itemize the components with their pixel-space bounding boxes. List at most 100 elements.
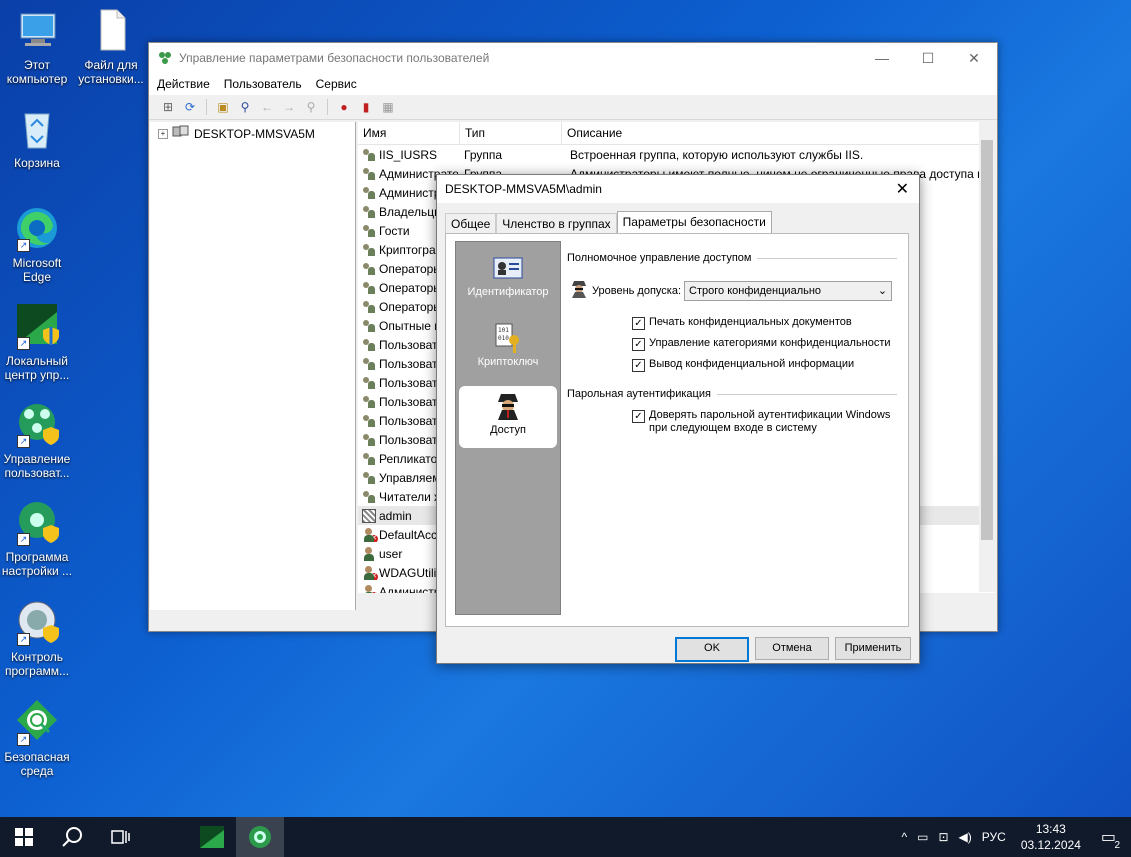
checkbox[interactable]: ✓ bbox=[632, 410, 645, 423]
menu-user[interactable]: Пользователь bbox=[224, 77, 302, 91]
tab-group-membership[interactable]: Членство в группах bbox=[496, 213, 617, 234]
language-indicator[interactable]: РУС bbox=[982, 830, 1006, 844]
apply-button[interactable]: Применить bbox=[835, 637, 911, 660]
main-window-titlebar[interactable]: Управление параметрами безопасности поль… bbox=[149, 43, 997, 73]
task-view-button[interactable] bbox=[96, 817, 144, 857]
group-icon bbox=[362, 224, 376, 238]
row-name: admin bbox=[379, 508, 412, 523]
find-icon[interactable]: ⚲ bbox=[236, 99, 254, 115]
computer-group-icon bbox=[172, 125, 190, 142]
program-control-icon: ↗ bbox=[13, 598, 61, 646]
check-manage-categories[interactable]: ✓ Управление категориями конфиденциально… bbox=[632, 337, 891, 351]
tab-security-settings[interactable]: Параметры безопасности bbox=[616, 211, 772, 234]
windows-icon bbox=[15, 828, 33, 846]
notification-count: 2 bbox=[1114, 840, 1120, 851]
security-nav: Идентификатор 101 010 Криптоключ Доступ bbox=[455, 241, 561, 615]
section-mandatory-access-title: Полномочное управление доступом bbox=[567, 252, 897, 264]
taskbar-admin-center[interactable] bbox=[188, 817, 236, 857]
desktop-icon-local-admin-center[interactable]: ↗ Локальный центр упр... bbox=[0, 302, 74, 382]
desktop-icon-secure-env[interactable]: ↗ Безопасная среда bbox=[0, 698, 74, 778]
desktop-icon-label: Безопасная среда bbox=[4, 750, 70, 778]
scrollbar-thumb[interactable] bbox=[981, 140, 993, 540]
check-label: Управление категориями конфиденциальност… bbox=[649, 337, 891, 349]
expand-icon[interactable]: + bbox=[158, 128, 168, 139]
security-ok-icon[interactable]: ● bbox=[335, 99, 353, 115]
desktop-icon-settings-program[interactable]: ↗ Программа настройки ... bbox=[0, 498, 74, 578]
nav-identifier-label: Идентификатор bbox=[467, 286, 549, 298]
group-icon bbox=[362, 148, 376, 162]
volume-icon[interactable]: ◀) bbox=[959, 830, 972, 844]
computer-icon bbox=[13, 6, 61, 54]
check-print-confidential[interactable]: ✓ Печать конфиденциальных документов bbox=[632, 316, 852, 330]
desktop-icon-setup-file[interactable]: Файл для установки... bbox=[74, 6, 148, 86]
battery-icon[interactable]: ▭ bbox=[917, 830, 928, 844]
clock[interactable]: 13:43 03.12.2024 bbox=[1021, 821, 1081, 853]
binoculars-icon[interactable]: ⚲ bbox=[302, 99, 320, 115]
search-button[interactable] bbox=[48, 817, 96, 857]
security-policy-icon[interactable]: ▮ bbox=[357, 99, 375, 115]
row-name: IIS_IUSRS bbox=[379, 147, 438, 162]
notifications-button[interactable]: ▭ 2 bbox=[1096, 827, 1121, 851]
tab-general[interactable]: Общее bbox=[445, 213, 497, 234]
edge-icon: ↗ bbox=[13, 204, 61, 252]
nav-identifier[interactable]: Идентификатор bbox=[459, 248, 557, 310]
main-window-title: Управление параметрами безопасности поль… bbox=[179, 51, 490, 65]
ok-button[interactable]: OK bbox=[675, 637, 749, 662]
access-level-row: Уровень допуска: Строго конфиденциально … bbox=[569, 280, 893, 301]
menu-action[interactable]: Действие bbox=[157, 77, 210, 91]
desktop-icon-label: Программа настройки ... bbox=[1, 550, 73, 578]
users-security-icon bbox=[249, 826, 271, 848]
menu-service[interactable]: Сервис bbox=[316, 77, 357, 91]
desktop-icon-recycle-bin[interactable]: Корзина bbox=[0, 104, 74, 170]
check-trust-password-auth[interactable]: ✓ Доверять парольной аутентификации Wind… bbox=[632, 409, 890, 435]
section-mandatory-access-label: Полномочное управление доступом bbox=[567, 252, 752, 264]
refresh-icon[interactable]: ⟳ bbox=[181, 99, 199, 115]
disabled-user-icon: ✕ bbox=[362, 565, 378, 580]
checkbox[interactable]: ✓ bbox=[632, 359, 645, 372]
taskbar-user-management[interactable] bbox=[236, 817, 284, 857]
start-button[interactable] bbox=[0, 817, 48, 857]
properties-icon[interactable]: ▣ bbox=[214, 99, 232, 115]
task-view-icon bbox=[111, 830, 130, 844]
row-name: Операторы bbox=[379, 299, 442, 314]
app-icon bbox=[157, 50, 173, 66]
close-button[interactable]: ✕ bbox=[951, 43, 997, 73]
nav-access[interactable]: Доступ bbox=[459, 386, 557, 448]
dialog-close-icon[interactable]: ✕ bbox=[896, 179, 909, 199]
check-output-confidential[interactable]: ✓ Вывод конфиденциальной информации bbox=[632, 358, 854, 372]
minimize-button[interactable]: — bbox=[859, 43, 905, 73]
group-icon bbox=[362, 262, 376, 276]
dialog-titlebar[interactable]: DESKTOP-MMSVA5M\admin ✕ bbox=[437, 175, 919, 203]
nav-cryptokey[interactable]: 101 010 Криптоключ bbox=[459, 318, 557, 380]
group-icon bbox=[362, 357, 376, 371]
cancel-button[interactable]: Отмена bbox=[755, 637, 829, 660]
svg-text:101: 101 bbox=[498, 327, 509, 334]
shortcut-arrow-icon: ↗ bbox=[17, 533, 30, 546]
maximize-button[interactable]: ☐ bbox=[905, 43, 951, 73]
admin-center-icon bbox=[200, 826, 224, 848]
table-row[interactable]: IIS_IUSRS Группа Встроенная группа, котору… bbox=[358, 145, 995, 164]
checkbox[interactable]: ✓ bbox=[632, 338, 645, 351]
settings-program-icon: ↗ bbox=[13, 498, 61, 546]
tree-icon[interactable]: ⊞ bbox=[159, 99, 177, 115]
tree-root-node[interactable]: + DESKTOP-MMSVA5M bbox=[158, 125, 315, 142]
user-properties-dialog[interactable]: DESKTOP-MMSVA5M\admin ✕ Общее Членство в… bbox=[436, 174, 920, 664]
section-password-auth-label: Парольная аутентификация bbox=[567, 388, 711, 400]
forward-icon[interactable]: → bbox=[280, 99, 298, 115]
column-header-type[interactable]: Тип bbox=[460, 122, 562, 144]
settings-grid-icon[interactable]: ▦ bbox=[379, 99, 397, 115]
desktop-icon-program-control[interactable]: ↗ Контроль программ... bbox=[0, 598, 74, 678]
back-icon[interactable]: ← bbox=[258, 99, 276, 115]
desktop-icon-this-pc[interactable]: Этот компьютер bbox=[0, 6, 74, 86]
column-header-name[interactable]: Имя bbox=[358, 122, 460, 144]
checkbox[interactable]: ✓ bbox=[632, 317, 645, 330]
desktop-icon-edge[interactable]: ↗ Microsoft Edge bbox=[0, 204, 74, 284]
access-level-select[interactable]: Строго конфиденциально ⌄ bbox=[684, 280, 893, 301]
security-settings-panel: Идентификатор 101 010 Криптоключ Доступ П… bbox=[445, 233, 909, 627]
vertical-scrollbar[interactable] bbox=[979, 122, 995, 592]
desktop-icon-user-management[interactable]: ↗ Управление пользоват... bbox=[0, 400, 74, 480]
column-header-description[interactable]: Описание bbox=[562, 122, 995, 144]
group-icon bbox=[362, 205, 376, 219]
chevron-up-icon[interactable]: ^ bbox=[902, 830, 908, 844]
network-icon[interactable]: ⊡ bbox=[938, 830, 948, 844]
